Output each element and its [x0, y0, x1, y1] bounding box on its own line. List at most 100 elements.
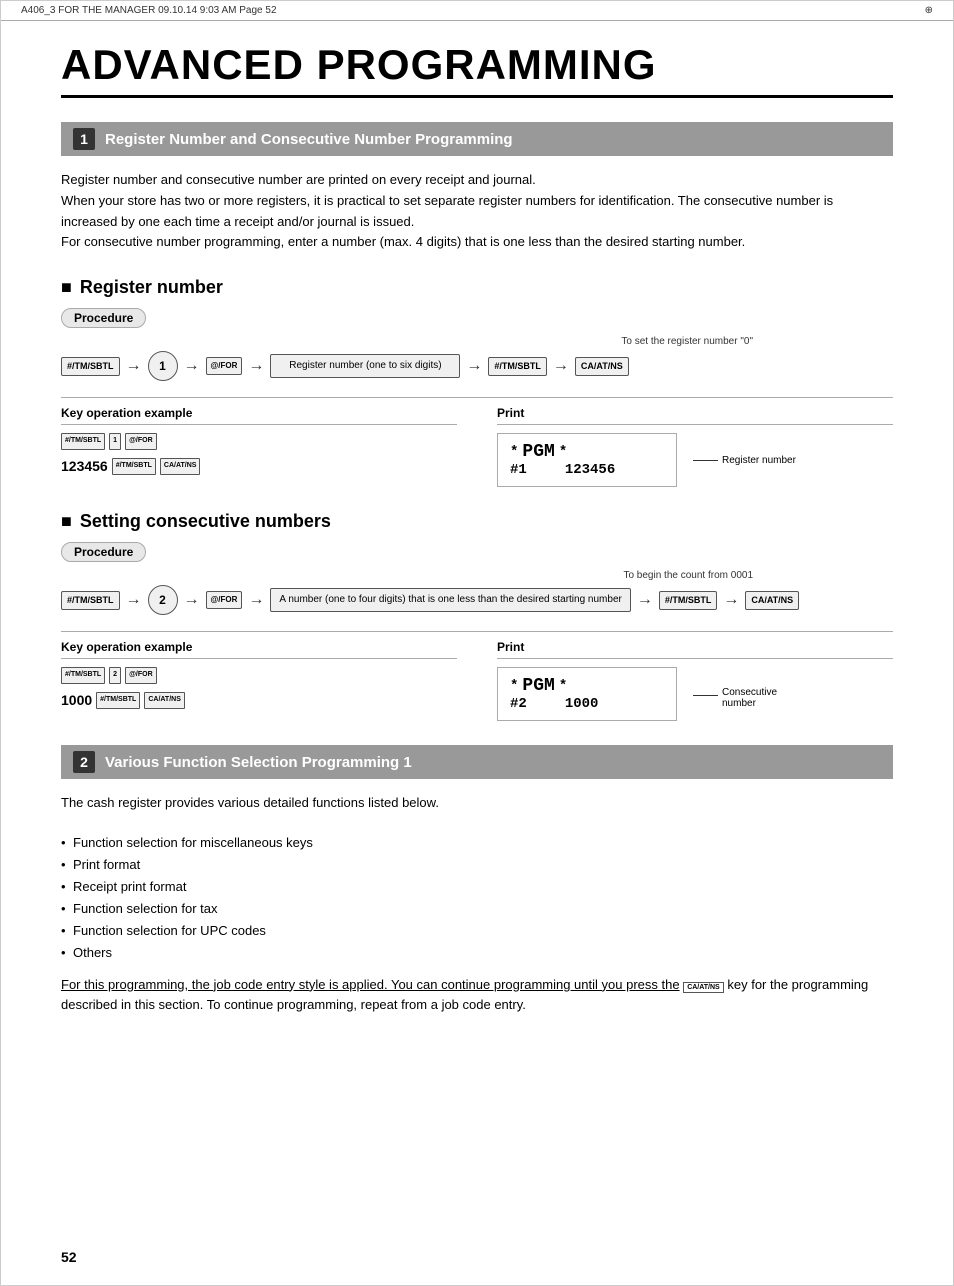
arrow9: → — [637, 591, 653, 609]
arrow7: → — [184, 591, 200, 609]
print-header-1: Print — [497, 406, 893, 425]
key-desc-box: A number (one to four digits) that is on… — [270, 588, 630, 612]
bullet-6: Others — [61, 942, 893, 964]
footer-key: CA/AT/NS — [683, 982, 724, 993]
example-print-row-1: Key operation example #/TM/SBTL 1 @/FOR … — [61, 397, 893, 487]
header-left: A406_3 FOR THE MANAGER 09.10.14 9:03 AM … — [21, 5, 277, 16]
print-label-1: Register number — [693, 455, 796, 466]
bullet-2: Print format — [61, 854, 893, 876]
arrow2: → — [184, 357, 200, 375]
example-header-2: Key operation example — [61, 640, 457, 659]
footer-text1: For this programming, the job code entry… — [61, 977, 680, 992]
example-col-2: Key operation example #/TM/SBTL 2 @/FOR … — [61, 640, 457, 721]
print-value-1: 123456 — [565, 462, 615, 478]
key-htm-sbtl-4: #/TM/SBTL — [659, 591, 718, 610]
ex-key-ca2: CA/AT/NS — [144, 692, 185, 709]
bullet-5: Function selection for UPC codes — [61, 920, 893, 942]
arrow10: → — [723, 591, 739, 609]
ex-key-htm2: #/TM/SBTL — [112, 458, 156, 475]
ex-key-htm4: #/TM/SBTL — [96, 692, 140, 709]
section2-header: 2 Various Function Selection Programming… — [61, 745, 893, 779]
ex-num-1: 123456 — [61, 454, 108, 479]
section1-num: 1 — [73, 128, 95, 150]
section1-intro: Register number and consecutive number a… — [61, 170, 893, 253]
print-box-2: * PGM * #2 1000 — [497, 667, 677, 721]
bullet-1: Function selection for miscellaneous key… — [61, 832, 893, 854]
flow-hint-1: To set the register number "0" — [61, 336, 753, 347]
label-line-2 — [693, 695, 718, 696]
header-crosshair: ⊕ — [925, 5, 933, 16]
page-title: ADVANCED PROGRAMMING — [61, 41, 893, 98]
key-op-example-2: #/TM/SBTL 2 @/FOR 1000 #/TM/SBTL CA/AT/N… — [61, 667, 457, 713]
procedure-badge-1: Procedure — [61, 308, 146, 328]
ex-key-2: 2 — [109, 667, 121, 684]
print-value-2: 1000 — [565, 696, 599, 712]
main-content: ADVANCED PROGRAMMING 1 Register Number a… — [1, 21, 953, 1074]
diagram1: To set the register number "0" #/TM/SBTL… — [61, 336, 893, 381]
print-header-2: Print — [497, 640, 893, 659]
diagram2: To begin the count from 0001 #/TM/SBTL →… — [61, 570, 893, 615]
print-detail-2: #2 1000 — [510, 696, 664, 712]
key-num1: 1 — [148, 351, 178, 381]
intro-line1: Register number and consecutive number a… — [61, 170, 893, 191]
subsection2-title: Setting consecutive numbers — [61, 511, 893, 532]
key-op-example-1: #/TM/SBTL 1 @/FOR 123456 #/TM/SBTL CA/AT… — [61, 433, 457, 479]
star2: * — [559, 444, 567, 460]
section2-intro-text: The cash register provides various detai… — [61, 793, 893, 814]
print-pgm-2: * PGM * — [510, 676, 664, 696]
print-col-2: Print * PGM * #2 1000 — [497, 640, 893, 721]
arrow1: → — [126, 357, 142, 375]
intro-line3: For consecutive number programming, ente… — [61, 232, 893, 253]
star3: * — [510, 678, 518, 694]
ex-key-ca1: CA/AT/NS — [160, 458, 201, 475]
star1: * — [510, 444, 518, 460]
key-htm-sbtl-1: #/TM/SBTL — [61, 357, 120, 376]
arrow6: → — [126, 591, 142, 609]
page-number: 52 — [61, 1249, 77, 1265]
hash2: #2 — [510, 696, 527, 712]
print-col-1: Print * PGM * #1 123456 — [497, 406, 893, 487]
page-wrapper: A406_3 FOR THE MANAGER 09.10.14 9:03 AM … — [0, 0, 954, 1286]
ex-key-htm1: #/TM/SBTL — [61, 433, 105, 450]
print-box-1: * PGM * #1 123456 — [497, 433, 677, 487]
section2-footer: For this programming, the job code entry… — [61, 975, 893, 1017]
intro-line2: When your store has two or more register… — [61, 191, 893, 233]
label-line-1 — [693, 460, 718, 461]
print-pgm-1: * PGM * — [510, 442, 664, 462]
bullet-3: Receipt print format — [61, 876, 893, 898]
print-label-text-2: Consecutive number — [722, 687, 777, 709]
key-for-1: @/FOR — [206, 357, 243, 375]
subsection1: Register number Procedure To set the reg… — [61, 277, 893, 487]
arrow3: → — [248, 357, 264, 375]
arrow4: → — [466, 357, 482, 375]
subsection1-title: Register number — [61, 277, 893, 298]
ex-key-htm3: #/TM/SBTL — [61, 667, 105, 684]
section2-title: Various Function Selection Programming 1 — [105, 754, 412, 771]
ex-key-for1: @/FOR — [125, 433, 157, 450]
flow-row-2: #/TM/SBTL → 2 → @/FOR → A number (one to… — [61, 585, 893, 615]
header-bar: A406_3 FOR THE MANAGER 09.10.14 9:03 AM … — [1, 1, 953, 21]
bullet-4: Function selection for tax — [61, 898, 893, 920]
key-ca-at-ns-1: CA/AT/NS — [575, 357, 629, 376]
section1-title: Register Number and Consecutive Number P… — [105, 131, 513, 148]
flow-row-1: #/TM/SBTL → 1 → @/FOR → Register number … — [61, 351, 893, 381]
key-for-2: @/FOR — [206, 591, 243, 609]
example-header-1: Key operation example — [61, 406, 457, 425]
pgm-text-1: PGM — [522, 442, 554, 462]
hash1: #1 — [510, 462, 527, 478]
key-htm-sbtl-3: #/TM/SBTL — [61, 591, 120, 610]
ex-key-for2: @/FOR — [125, 667, 157, 684]
key-ca-at-ns-2: CA/AT/NS — [745, 591, 799, 610]
example-col-1: Key operation example #/TM/SBTL 1 @/FOR … — [61, 406, 457, 487]
print-label-text-1: Register number — [722, 455, 796, 466]
arrow5: → — [553, 357, 569, 375]
procedure-badge-2: Procedure — [61, 542, 146, 562]
arrow8: → — [248, 591, 264, 609]
ex-num-2: 1000 — [61, 688, 92, 713]
example-print-row-2: Key operation example #/TM/SBTL 2 @/FOR … — [61, 631, 893, 721]
ex-key-1: 1 — [109, 433, 121, 450]
section2-bullets: Function selection for miscellaneous key… — [61, 832, 893, 965]
pgm-text-2: PGM — [522, 676, 554, 696]
print-detail-1: #1 123456 — [510, 462, 664, 478]
star4: * — [559, 678, 567, 694]
